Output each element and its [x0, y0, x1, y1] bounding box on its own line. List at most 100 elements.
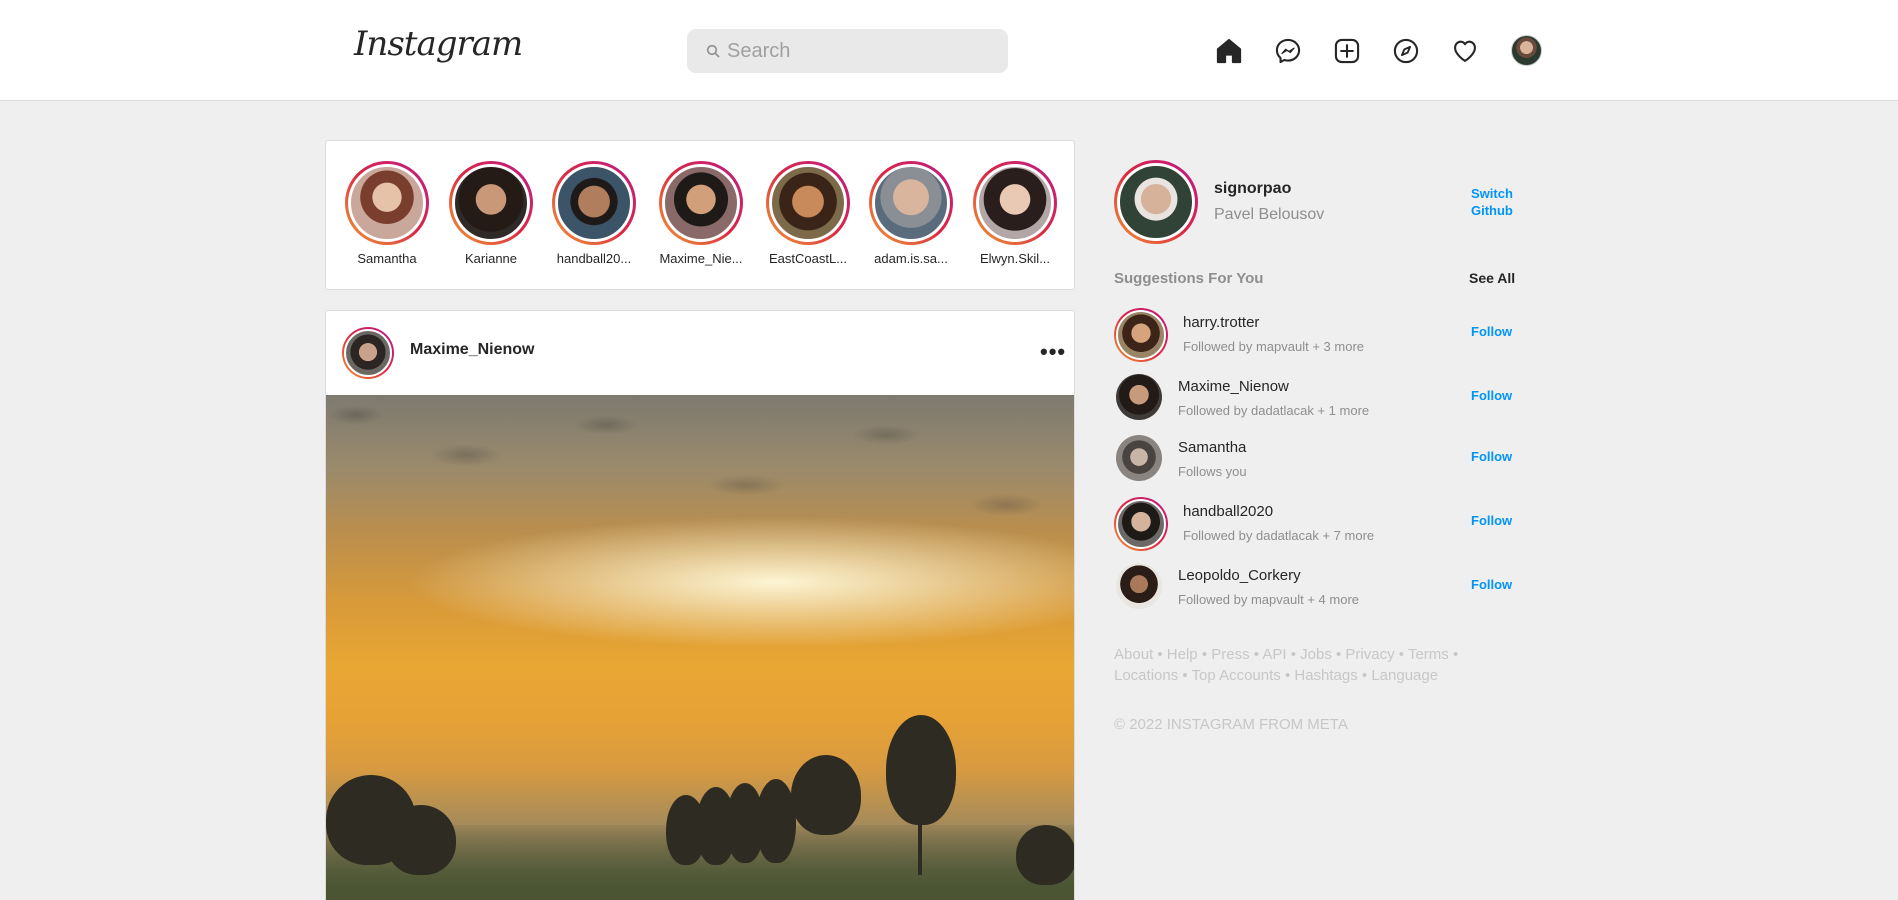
- suggestion-item: Maxime_Nienow Followed by dadatlacak + 1…: [1114, 372, 1514, 426]
- explore-icon[interactable]: [1390, 35, 1422, 67]
- story-avatar: [976, 164, 1054, 242]
- follow-button[interactable]: Follow: [1471, 577, 1512, 592]
- top-navbar: Instagram: [0, 0, 1898, 101]
- story-avatar: [348, 164, 426, 242]
- story-avatar: [769, 164, 847, 242]
- current-user-profile: signorpao Pavel Belousov Switch Github: [1114, 160, 1514, 244]
- story-item[interactable]: Karianne: [446, 161, 536, 266]
- footer-link-language[interactable]: Language: [1371, 667, 1438, 684]
- home-icon[interactable]: [1213, 35, 1245, 67]
- search-box[interactable]: [687, 29, 1008, 73]
- story-username: Karianne: [464, 251, 518, 266]
- footer-link-help[interactable]: Help: [1167, 646, 1198, 663]
- story-avatar: [555, 164, 633, 242]
- story-item[interactable]: handball20...: [549, 161, 639, 266]
- footer-link-api[interactable]: API: [1262, 646, 1286, 663]
- story-ring: [552, 161, 636, 245]
- footer-link-about[interactable]: About: [1114, 646, 1153, 663]
- footer-link-locations[interactable]: Locations: [1114, 667, 1178, 684]
- stories-bar: Samantha Karianne handball20... Maxime_N…: [325, 140, 1075, 290]
- suggestion-avatar[interactable]: [1116, 435, 1162, 481]
- post-card: Maxime_Nienow •••: [325, 310, 1075, 900]
- post-more-options-icon[interactable]: •••: [1040, 339, 1066, 365]
- footer-link-terms[interactable]: Terms: [1408, 646, 1449, 663]
- suggestion-subtitle: Follows you: [1178, 464, 1247, 479]
- story-username: Maxime_Nie...: [659, 251, 743, 266]
- footer-link-hashtags[interactable]: Hashtags: [1294, 667, 1357, 684]
- story-item[interactable]: EastCoastL...: [763, 161, 853, 266]
- footer-link-press[interactable]: Press: [1211, 646, 1249, 663]
- story-username: adam.is.sa...: [874, 251, 948, 266]
- suggestion-subtitle: Followed by mapvault + 4 more: [1178, 592, 1360, 607]
- post-image-trunk: [918, 815, 922, 875]
- instagram-logo[interactable]: Instagram: [354, 24, 523, 64]
- suggestion-subtitle: Followed by mapvault + 3 more: [1183, 339, 1365, 354]
- footer-link-jobs[interactable]: Jobs: [1300, 646, 1332, 663]
- story-username: Samantha: [357, 251, 417, 266]
- suggestion-subtitle: Followed by dadatlacak + 7 more: [1183, 528, 1375, 543]
- search-icon: [706, 44, 720, 58]
- story-ring: [766, 161, 850, 245]
- story-ring: [345, 161, 429, 245]
- post-image[interactable]: [326, 395, 1074, 900]
- copyright: © 2022 INSTAGRAM FROM META: [1114, 716, 1348, 733]
- story-item[interactable]: Elwyn.Skil...: [970, 161, 1060, 266]
- suggestion-username[interactable]: handball2020: [1183, 503, 1273, 520]
- search-input[interactable]: [727, 39, 987, 63]
- story-username: Elwyn.Skil...: [979, 251, 1051, 266]
- story-username: handball20...: [556, 251, 632, 266]
- see-all-link[interactable]: See All: [1469, 270, 1515, 286]
- suggestion-avatar-ring[interactable]: [1114, 497, 1168, 551]
- suggestions-title: Suggestions For You: [1114, 270, 1264, 287]
- story-avatar: [662, 164, 740, 242]
- switch-account-link[interactable]: Switch: [1471, 186, 1513, 201]
- suggestion-username[interactable]: harry.trotter: [1183, 314, 1259, 331]
- suggestion-item: Samantha Follows you Follow: [1114, 433, 1514, 487]
- current-user-ring[interactable]: [1114, 160, 1198, 244]
- post-author-username[interactable]: Maxime_Nienow: [410, 341, 534, 359]
- suggestion-avatar: [1116, 499, 1166, 549]
- suggestion-username[interactable]: Maxime_Nienow: [1178, 378, 1289, 395]
- current-user-full-name: Pavel Belousov: [1214, 206, 1325, 223]
- new-post-icon[interactable]: [1331, 35, 1363, 67]
- suggestion-avatar: [1116, 310, 1166, 360]
- post-image-clouds: [326, 395, 1074, 565]
- suggestion-avatar-ring[interactable]: [1114, 308, 1168, 362]
- story-item[interactable]: Samantha: [342, 161, 432, 266]
- post-author-avatar: [344, 329, 392, 377]
- story-ring: [869, 161, 953, 245]
- post-image-tree: [791, 755, 861, 835]
- story-username: EastCoastL...: [768, 251, 848, 266]
- post-header: Maxime_Nienow •••: [326, 311, 1074, 395]
- activity-heart-icon[interactable]: [1449, 35, 1481, 67]
- story-avatar: [872, 164, 950, 242]
- story-ring: [659, 161, 743, 245]
- profile-avatar[interactable]: [1511, 35, 1542, 66]
- footer-links: About • Help • Press • API • Jobs • Priv…: [1114, 646, 1459, 684]
- footer-link-top-accounts[interactable]: Top Accounts: [1192, 667, 1281, 684]
- suggestion-username[interactable]: Samantha: [1178, 439, 1246, 456]
- suggestion-avatar[interactable]: [1116, 563, 1162, 609]
- follow-button[interactable]: Follow: [1471, 324, 1512, 339]
- story-ring: [973, 161, 1057, 245]
- post-author-ring[interactable]: [342, 327, 394, 379]
- story-item[interactable]: Maxime_Nie...: [656, 161, 746, 266]
- suggestion-avatar[interactable]: [1116, 374, 1162, 420]
- suggestion-username[interactable]: Leopoldo_Corkery: [1178, 567, 1301, 584]
- footer-link-privacy[interactable]: Privacy: [1345, 646, 1394, 663]
- post-image-tree: [886, 715, 956, 825]
- post-image-tree: [756, 779, 796, 863]
- story-ring: [449, 161, 533, 245]
- current-user-avatar: [1117, 163, 1195, 241]
- current-user-username[interactable]: signorpao: [1214, 180, 1291, 198]
- story-avatar: [452, 164, 530, 242]
- messenger-icon[interactable]: [1272, 35, 1304, 67]
- story-item[interactable]: adam.is.sa...: [866, 161, 956, 266]
- follow-button[interactable]: Follow: [1471, 388, 1512, 403]
- github-link[interactable]: Github: [1471, 203, 1513, 218]
- follow-button[interactable]: Follow: [1471, 449, 1512, 464]
- follow-button[interactable]: Follow: [1471, 513, 1512, 528]
- post-image-tree: [386, 805, 456, 875]
- suggestion-item: handball2020 Followed by dadatlacak + 7 …: [1114, 497, 1514, 551]
- suggestion-subtitle: Followed by dadatlacak + 1 more: [1178, 403, 1370, 418]
